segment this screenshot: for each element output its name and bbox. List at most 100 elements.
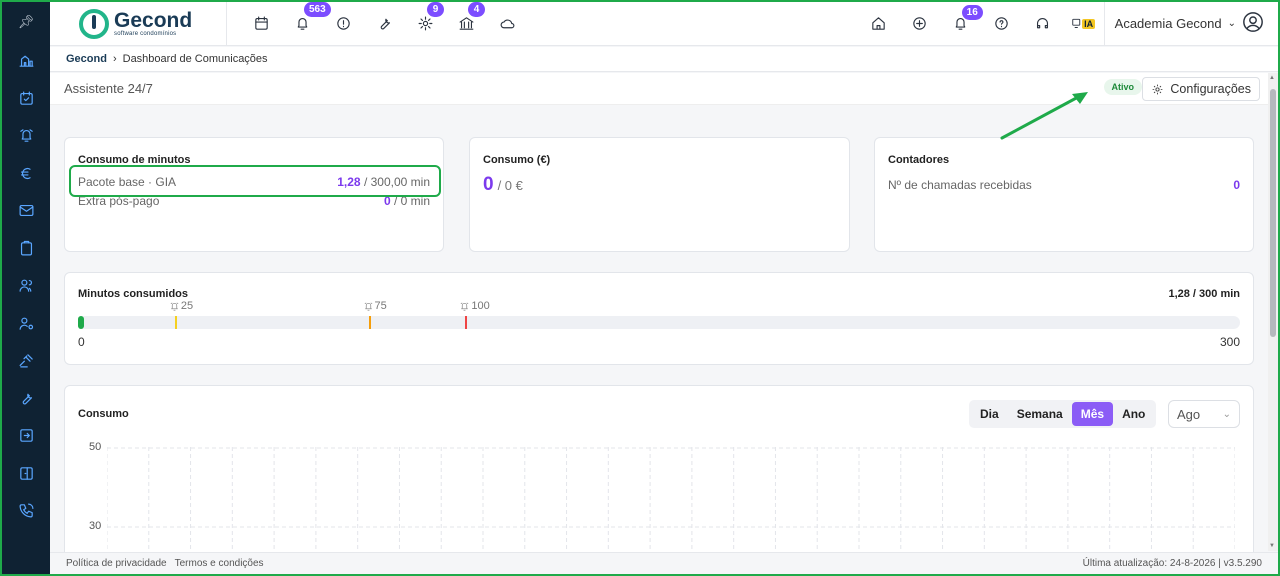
- settings-button[interactable]: Configurações: [1142, 77, 1260, 101]
- sidebar-item-login[interactable]: [2, 417, 50, 455]
- chevron-down-icon: ⌄: [1227, 18, 1236, 29]
- period-month[interactable]: Mês: [1071, 402, 1114, 426]
- bell-icon: [297, 17, 308, 30]
- usage-progress-fill: [78, 316, 84, 329]
- logo[interactable]: Gecond software condomínios: [50, 8, 226, 40]
- usage-summary: 1,28 / 300 min: [1168, 288, 1240, 300]
- sidebar-item-maintenance[interactable]: [2, 380, 50, 418]
- threshold-value: 25: [180, 300, 194, 312]
- sidebar-item-documents[interactable]: [2, 230, 50, 268]
- chart-building-icon: [19, 55, 33, 68]
- threshold-label: 100: [459, 300, 490, 312]
- settings-button-label: Configurações: [1170, 82, 1251, 96]
- settings-button[interactable]: 9: [405, 1, 446, 46]
- quick-icons: 563 9 4: [227, 1, 528, 46]
- sidebar-item-finance[interactable]: [2, 155, 50, 193]
- month-select-value: Ago: [1177, 406, 1201, 422]
- alarm-icon: [170, 302, 179, 310]
- wrench-icon: [22, 393, 32, 405]
- breadcrumb-root[interactable]: Gecond: [66, 53, 107, 65]
- notifications-button[interactable]: 16: [940, 2, 983, 46]
- page-title: Assistente 24/7: [64, 81, 153, 96]
- period-week[interactable]: Semana: [1008, 402, 1072, 426]
- add-button[interactable]: [899, 2, 940, 46]
- threshold-marker: [368, 316, 371, 329]
- privacy-link[interactable]: Política de privacidade: [66, 558, 167, 569]
- gavel-icon: [19, 354, 33, 368]
- sidebar: 📌︎: [2, 2, 50, 574]
- sidebar-item-user-settings[interactable]: [2, 305, 50, 343]
- calendar-icon: [255, 16, 268, 30]
- annotation-highlight: [69, 165, 441, 197]
- occurrences-button[interactable]: 563: [282, 1, 331, 46]
- euro-total: / 0 €: [497, 178, 523, 193]
- period-year[interactable]: Ano: [1113, 402, 1154, 426]
- sidebar-item-dashboard[interactable]: [2, 42, 50, 80]
- cloud-button[interactable]: [487, 2, 528, 46]
- consumption-title: Consumo: [78, 408, 129, 420]
- tools-button[interactable]: [364, 2, 405, 46]
- sidebar-item-calls[interactable]: [2, 492, 50, 530]
- threshold-label: 75: [363, 300, 387, 312]
- period-day[interactable]: Dia: [971, 402, 1008, 426]
- alerts-button[interactable]: [323, 2, 364, 46]
- avatar[interactable]: [1242, 11, 1264, 36]
- euro-icon: [20, 167, 31, 179]
- sidebar-item-legal[interactable]: [2, 342, 50, 380]
- calls-received-label: Nº de chamadas recebidas: [888, 178, 1032, 192]
- scrollbar[interactable]: ▲ ▼: [1268, 73, 1278, 551]
- calls-received-value: 0: [1233, 178, 1240, 192]
- scrollbar-thumb[interactable]: [1270, 89, 1276, 337]
- account-menu[interactable]: Academia Gecond ⌄: [1103, 1, 1278, 46]
- alarm-icon: [364, 302, 372, 310]
- alarm-icon: [460, 302, 469, 310]
- consumption-chart-grid: [107, 447, 1235, 549]
- alerts-badge: 16: [961, 4, 983, 20]
- footer: Política de privacidade Termos e condiçõ…: [50, 552, 1278, 574]
- help-button[interactable]: [981, 2, 1022, 46]
- top-bar: Gecond software condomínios 563 9 4 16 I…: [50, 1, 1278, 46]
- wrench-icon: [380, 18, 391, 30]
- sidebar-item-mail[interactable]: [2, 192, 50, 230]
- usage-min-label: 0: [78, 335, 85, 349]
- clipboard-icon: [20, 240, 32, 256]
- ia-label: IA: [1082, 18, 1096, 29]
- period-selector: Dia Semana Mês Ano: [969, 400, 1157, 428]
- counters-card-title: Contadores: [888, 154, 950, 166]
- annotation-arrow: [1000, 92, 1088, 140]
- sidebar-item-exit[interactable]: [2, 455, 50, 493]
- status-badge: Ativo: [1103, 79, 1142, 95]
- cloud-icon: [500, 19, 515, 29]
- sidebar-item-calendar[interactable]: [2, 80, 50, 118]
- mail-icon: [19, 205, 33, 217]
- gear-icon: [1153, 84, 1163, 94]
- scroll-up-icon[interactable]: ▲: [1269, 75, 1275, 81]
- threshold-value: 100: [471, 300, 490, 312]
- threshold-marker: [174, 316, 177, 329]
- alarm-icon: [19, 129, 33, 143]
- scroll-down-icon[interactable]: ▼: [1269, 543, 1275, 549]
- brand-tagline: software condomínios: [114, 31, 177, 37]
- gecond-logo-icon: [79, 8, 109, 39]
- terms-link[interactable]: Termos e condições: [175, 558, 264, 569]
- euro-card-title: Consumo (€): [483, 154, 551, 166]
- threshold-label: 25: [169, 300, 193, 312]
- home-icon: [871, 17, 885, 30]
- calendar-check-icon: [19, 91, 33, 105]
- support-button[interactable]: [1022, 2, 1063, 46]
- usage-title: Minutos consumidos: [78, 288, 188, 300]
- bank-button[interactable]: 4: [446, 1, 487, 46]
- breadcrumb: Gecond › Dashboard de Comunicações: [50, 47, 1278, 72]
- settings-badge: 9: [427, 1, 444, 17]
- month-select[interactable]: Ago ⌄: [1168, 400, 1240, 428]
- sidebar-item-people[interactable]: [2, 267, 50, 305]
- sidebar-item-alarms[interactable]: [2, 117, 50, 155]
- pin-icon[interactable]: 📌︎: [2, 2, 50, 42]
- home-button[interactable]: [858, 2, 899, 46]
- calendar-button[interactable]: [241, 2, 282, 46]
- breadcrumb-current: Dashboard de Comunicações: [122, 53, 268, 65]
- threshold-value: 75: [374, 300, 387, 312]
- ia-button[interactable]: IA: [1063, 2, 1104, 46]
- account-name: Academia Gecond: [1114, 16, 1222, 31]
- user-gear-icon: [19, 317, 33, 330]
